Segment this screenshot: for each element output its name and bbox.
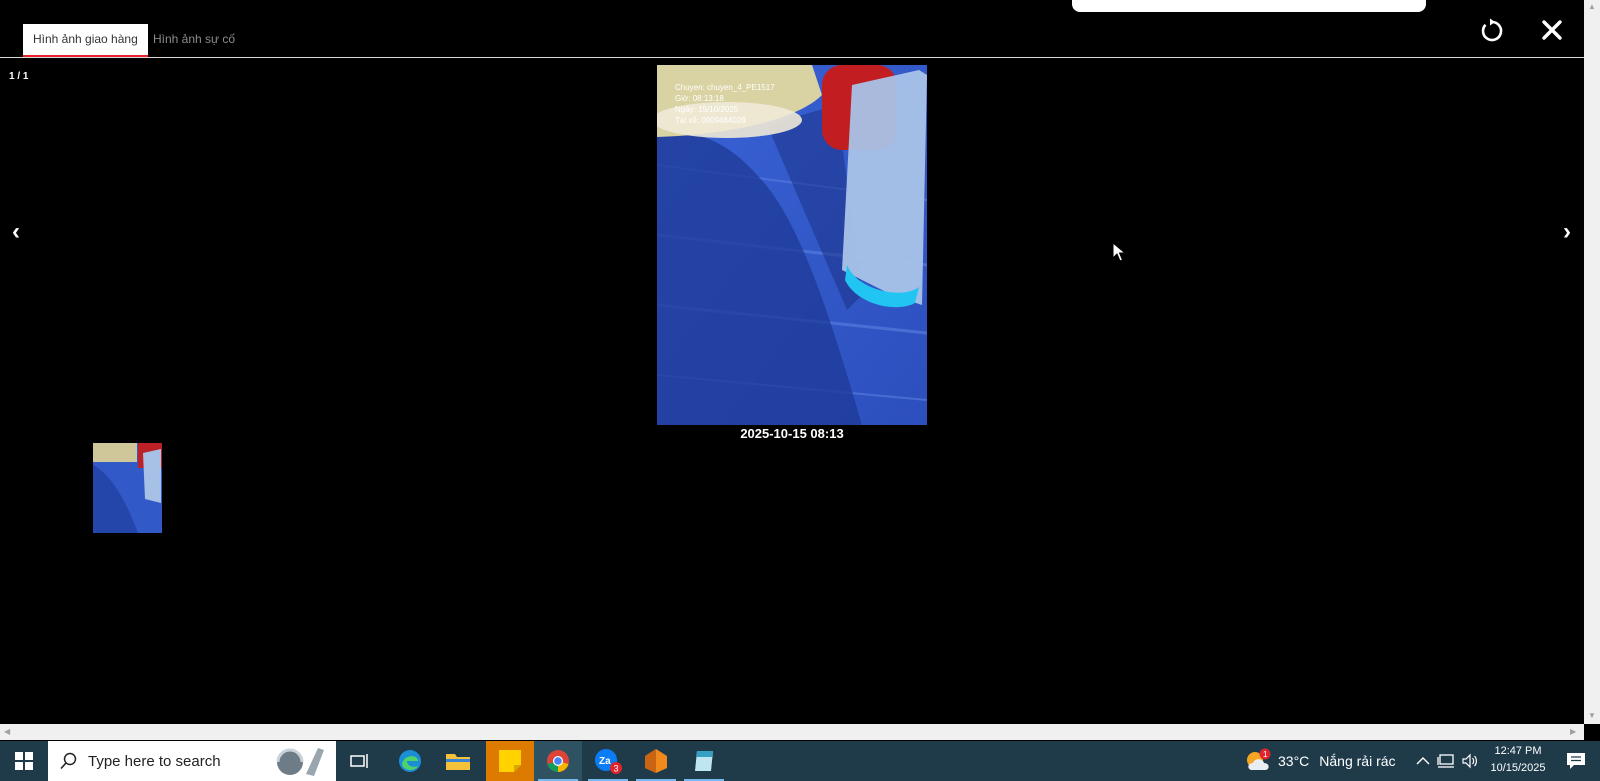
zalo-badge: 3 — [614, 764, 619, 774]
main-delivery-photo: Chuyen: chuyen_4_PE1517 Giờ: 08:13:18 Ng… — [657, 65, 927, 425]
show-hidden-icons-button[interactable] — [1412, 741, 1434, 781]
zalo-button[interactable]: Za 3 — [584, 741, 632, 781]
edge-browser-button[interactable] — [390, 741, 430, 781]
edge-icon — [399, 750, 421, 772]
scroll-down-arrow[interactable]: ▼ — [1588, 711, 1596, 720]
mouse-cursor-icon — [1112, 242, 1126, 262]
zalo-icon: Za 3 — [595, 749, 622, 774]
search-highlight-image-icon — [276, 748, 324, 776]
weather-temperature: 33°C — [1278, 753, 1310, 769]
tab-delivery-images[interactable]: Hình ảnh giao hàng — [23, 24, 148, 57]
photo-timestamp: 2025-10-15 08:13 — [740, 426, 844, 441]
system-clock[interactable]: 12:47 PM 10/15/2025 — [1480, 743, 1556, 777]
scroll-left-arrow[interactable]: ◀ — [4, 727, 10, 736]
windows-taskbar: Type here to search Za 3 1 33°C Nắng rải… — [0, 741, 1600, 781]
rotate-icon — [1481, 18, 1503, 42]
search-placeholder: Type here to search — [88, 752, 221, 770]
chrome-button[interactable] — [534, 741, 582, 781]
photo-overlay-driver: Tài xế: 0909484028 — [675, 116, 746, 125]
tab-incident-images[interactable]: Hình ảnh sự cố — [143, 24, 245, 57]
photo-overlay-time: Giờ: 08:13:18 — [675, 94, 724, 103]
action-center-button[interactable] — [1556, 741, 1596, 781]
task-view-icon — [350, 754, 368, 768]
taskbar-search-box[interactable]: Type here to search — [48, 741, 336, 781]
sticky-notes-icon — [499, 750, 521, 772]
clock-date: 10/15/2025 — [1490, 762, 1546, 774]
scroll-up-arrow[interactable]: ▲ — [1588, 2, 1596, 11]
image-counter: 1 / 1 — [9, 71, 29, 82]
network-button[interactable] — [1434, 741, 1458, 781]
sticky-notes-button[interactable] — [486, 741, 534, 781]
photo-overlay-trip: Chuyen: chuyen_4_PE1517 — [675, 83, 775, 92]
weather-badge: 1 — [1263, 750, 1268, 759]
orange-app-icon — [645, 749, 667, 773]
volume-button[interactable] — [1458, 741, 1482, 781]
task-view-button[interactable] — [340, 741, 380, 781]
notification-icon — [1567, 753, 1585, 769]
close-button[interactable] — [1536, 14, 1568, 46]
file-explorer-button[interactable] — [438, 741, 478, 781]
photo-overlay-date: Ngày: 15/10/2025 — [675, 105, 739, 114]
speaker-icon — [1462, 753, 1477, 769]
start-button[interactable] — [0, 741, 48, 781]
photo-thumbnail[interactable] — [93, 443, 162, 533]
app-orange-button[interactable] — [632, 741, 680, 781]
next-image-button[interactable]: › — [1557, 218, 1577, 246]
vertical-scrollbar[interactable]: ▲ ▼ — [1584, 0, 1600, 724]
weather-icon: 1 — [1247, 748, 1271, 770]
weather-description: Nắng rải rác — [1319, 753, 1396, 769]
image-viewer: Hình ảnh giao hàng Hình ảnh sự cố 1 / 1 … — [0, 0, 1584, 724]
horizontal-scrollbar[interactable]: ◀ ▶ — [0, 724, 1584, 740]
app-teal-button[interactable] — [680, 741, 728, 781]
chrome-icon — [547, 750, 569, 772]
close-icon — [1542, 20, 1562, 40]
weather-widget[interactable]: 1 33°C Nắng rải rác — [1244, 741, 1424, 781]
svg-text:Za: Za — [599, 756, 611, 767]
network-icon — [1437, 754, 1454, 768]
clock-time: 12:47 PM — [1494, 745, 1542, 757]
chevron-up-icon — [1416, 757, 1430, 765]
top-popup-edge — [1072, 0, 1426, 12]
scroll-right-arrow[interactable]: ▶ — [1570, 727, 1576, 736]
search-icon — [60, 752, 77, 770]
windows-logo-icon — [15, 752, 33, 770]
folder-icon — [446, 754, 470, 770]
rotate-button[interactable] — [1476, 14, 1508, 46]
teal-app-icon — [695, 751, 713, 771]
previous-image-button[interactable]: ‹ — [6, 218, 26, 246]
